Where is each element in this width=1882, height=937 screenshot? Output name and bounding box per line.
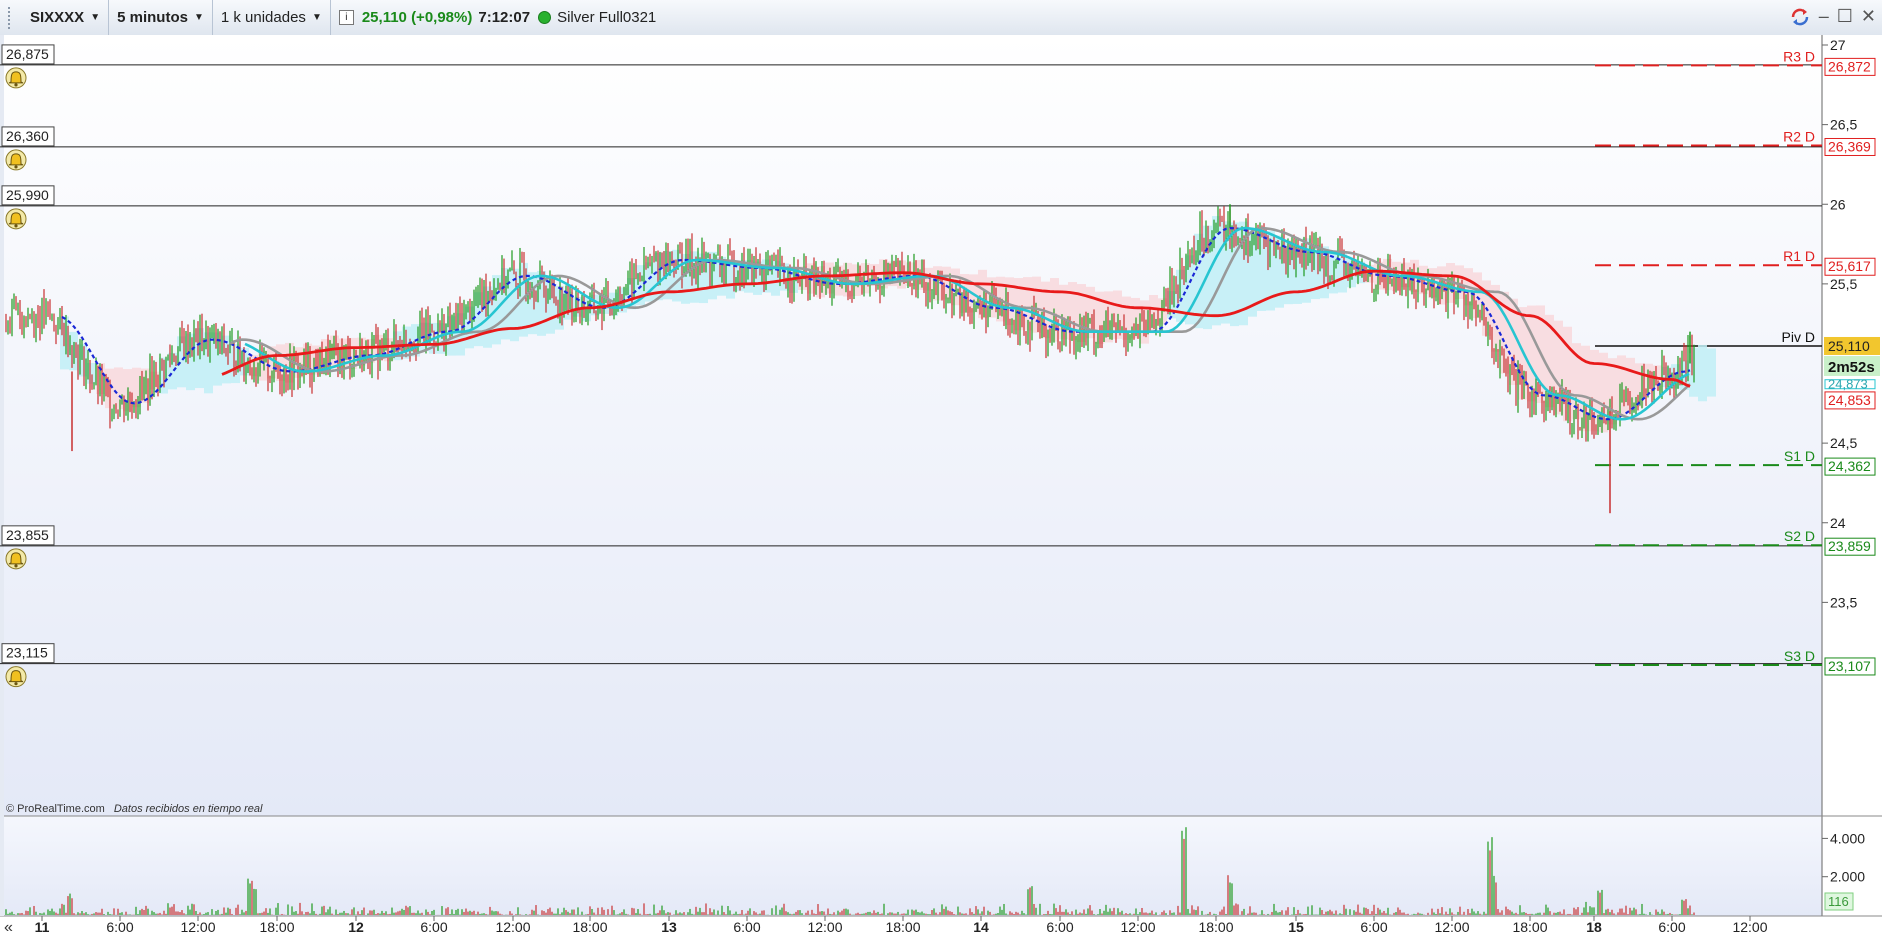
time-tick-label: 6:00	[1360, 919, 1387, 935]
pivot-name: Piv D	[1782, 329, 1815, 345]
toolbar-grip-handle[interactable]	[8, 6, 16, 29]
last-volume: 116	[1828, 894, 1849, 909]
price-tick-label: 24,5	[1830, 435, 1857, 451]
pivot-value: 23,107	[1828, 658, 1871, 674]
time-tick-label: 18	[1586, 919, 1602, 935]
sync-icon[interactable]	[1789, 7, 1811, 27]
chart-toolbar: SIXXXX ▼ 5 minutos ▼ 1 k unidades ▼ i 25…	[0, 0, 1882, 36]
time-tick-label: 11	[35, 919, 50, 935]
price-tick-label: 23,5	[1830, 594, 1857, 610]
pivot-value: 26,369	[1828, 138, 1871, 154]
units-selector[interactable]: 1 k unidades ▼	[213, 0, 331, 35]
cloud-segment	[1698, 344, 1707, 402]
ema-value: 24,873	[1828, 377, 1868, 392]
alert-label: 26,875	[6, 46, 49, 62]
alert-label: 25,990	[6, 187, 49, 203]
time-tick-label: 6:00	[420, 919, 447, 935]
price-chart[interactable]: 26,875 26,360 25,990 23,855 23,115 R3 D 26,87…	[0, 35, 1882, 937]
time-tick-label: 6:00	[1046, 919, 1073, 935]
units-label: 1 k unidades	[220, 9, 306, 26]
price-tick-label: 24	[1830, 515, 1846, 531]
time-tick-label: 18:00	[572, 919, 607, 935]
pivot-value: 25,617	[1828, 258, 1871, 274]
scroll-left-icon[interactable]: «	[4, 919, 13, 936]
info-icon[interactable]: i	[338, 10, 354, 25]
pivot-value: 23,859	[1828, 538, 1871, 554]
clock: 7:12:07	[478, 9, 531, 26]
time-tick-label: 12:00	[807, 919, 842, 935]
time-tick-label: 12	[348, 919, 364, 935]
instrument-label: SIXXXX	[30, 9, 85, 26]
credit-text: © ProRealTime.com Datos recibidos en tie…	[6, 803, 263, 815]
countdown: 2m52s	[1828, 359, 1875, 376]
volume-tick-label: 2.000	[1830, 869, 1865, 885]
price-pane-background	[0, 35, 1822, 816]
pivot-name: S1 D	[1784, 448, 1815, 464]
pivot-name: R1 D	[1783, 248, 1815, 264]
credit-brand: © ProRealTime.com	[6, 803, 105, 815]
bell-icon[interactable]	[5, 666, 27, 688]
time-tick-label: 12:00	[1732, 919, 1767, 935]
price-tick-label: 26,5	[1830, 117, 1857, 133]
time-tick-label: 6:00	[106, 919, 133, 935]
bell-icon[interactable]	[5, 67, 27, 89]
contract-name: Silver Full0321	[557, 9, 657, 26]
credit-note: Datos recibidos en tiempo real	[114, 803, 263, 815]
pivot-name: S2 D	[1784, 528, 1815, 544]
sma-value: 24,853	[1828, 392, 1871, 408]
status-dot-icon	[538, 11, 552, 24]
time-tick-label: 14	[973, 919, 989, 935]
pivot-name: S3 D	[1784, 648, 1815, 664]
pivot-value: 26,872	[1828, 58, 1871, 74]
bell-icon[interactable]	[5, 208, 27, 230]
time-tick-label: 6:00	[1658, 919, 1685, 935]
bell-icon[interactable]	[5, 149, 27, 171]
window-controls: – ☐ ✕	[1789, 6, 1876, 27]
time-tick-label: 18:00	[1198, 919, 1233, 935]
pivot-name: R2 D	[1783, 128, 1815, 144]
quote-info: i 25,110 (+0,98%) 7:12:07 Silver Full032…	[331, 0, 664, 35]
timeframe-label: 5 minutos	[117, 9, 188, 26]
alert-label: 23,855	[6, 527, 49, 543]
time-tick-label: 18:00	[885, 919, 920, 935]
time-tick-label: 13	[661, 919, 677, 935]
price-tick-label: 27	[1830, 37, 1846, 53]
last-price: 25,110	[1828, 338, 1870, 354]
close-icon[interactable]: ✕	[1861, 6, 1876, 27]
time-tick-label: 18:00	[1512, 919, 1547, 935]
time-tick-label: 12:00	[180, 919, 215, 935]
chevron-down-icon: ▼	[193, 12, 204, 23]
instrument-selector[interactable]: SIXXXX ▼	[22, 0, 110, 35]
volume-pane-background	[0, 816, 1822, 916]
price-change: 25,110 (+0,98%)	[361, 9, 473, 26]
volume-tick-label: 4.000	[1830, 830, 1865, 846]
pivot-value: 24,362	[1828, 458, 1871, 474]
alert-label: 23,115	[6, 645, 48, 661]
time-tick-label: 15	[1288, 919, 1304, 935]
time-tick-label: 12:00	[1434, 919, 1469, 935]
left-edge-strip	[0, 35, 4, 916]
cloud-segment	[672, 249, 681, 302]
pivot-name: R3 D	[1783, 48, 1815, 64]
chevron-down-icon: ▼	[90, 12, 101, 23]
time-tick-label: 12:00	[1120, 919, 1155, 935]
cloud-segment	[1707, 348, 1716, 397]
timeframe-selector[interactable]: 5 minutos ▼	[109, 0, 213, 35]
time-tick-label: 12:00	[495, 919, 530, 935]
time-tick-label: 6:00	[733, 919, 760, 935]
time-tick-label: 18:00	[259, 919, 294, 935]
price-tick-label: 25,5	[1830, 276, 1857, 292]
chevron-down-icon: ▼	[311, 12, 322, 23]
bell-icon[interactable]	[5, 548, 27, 570]
maximize-icon[interactable]: ☐	[1837, 6, 1853, 27]
minimize-icon[interactable]: –	[1819, 6, 1829, 27]
alert-label: 26,360	[6, 128, 49, 144]
price-tick-label: 26	[1830, 196, 1846, 212]
